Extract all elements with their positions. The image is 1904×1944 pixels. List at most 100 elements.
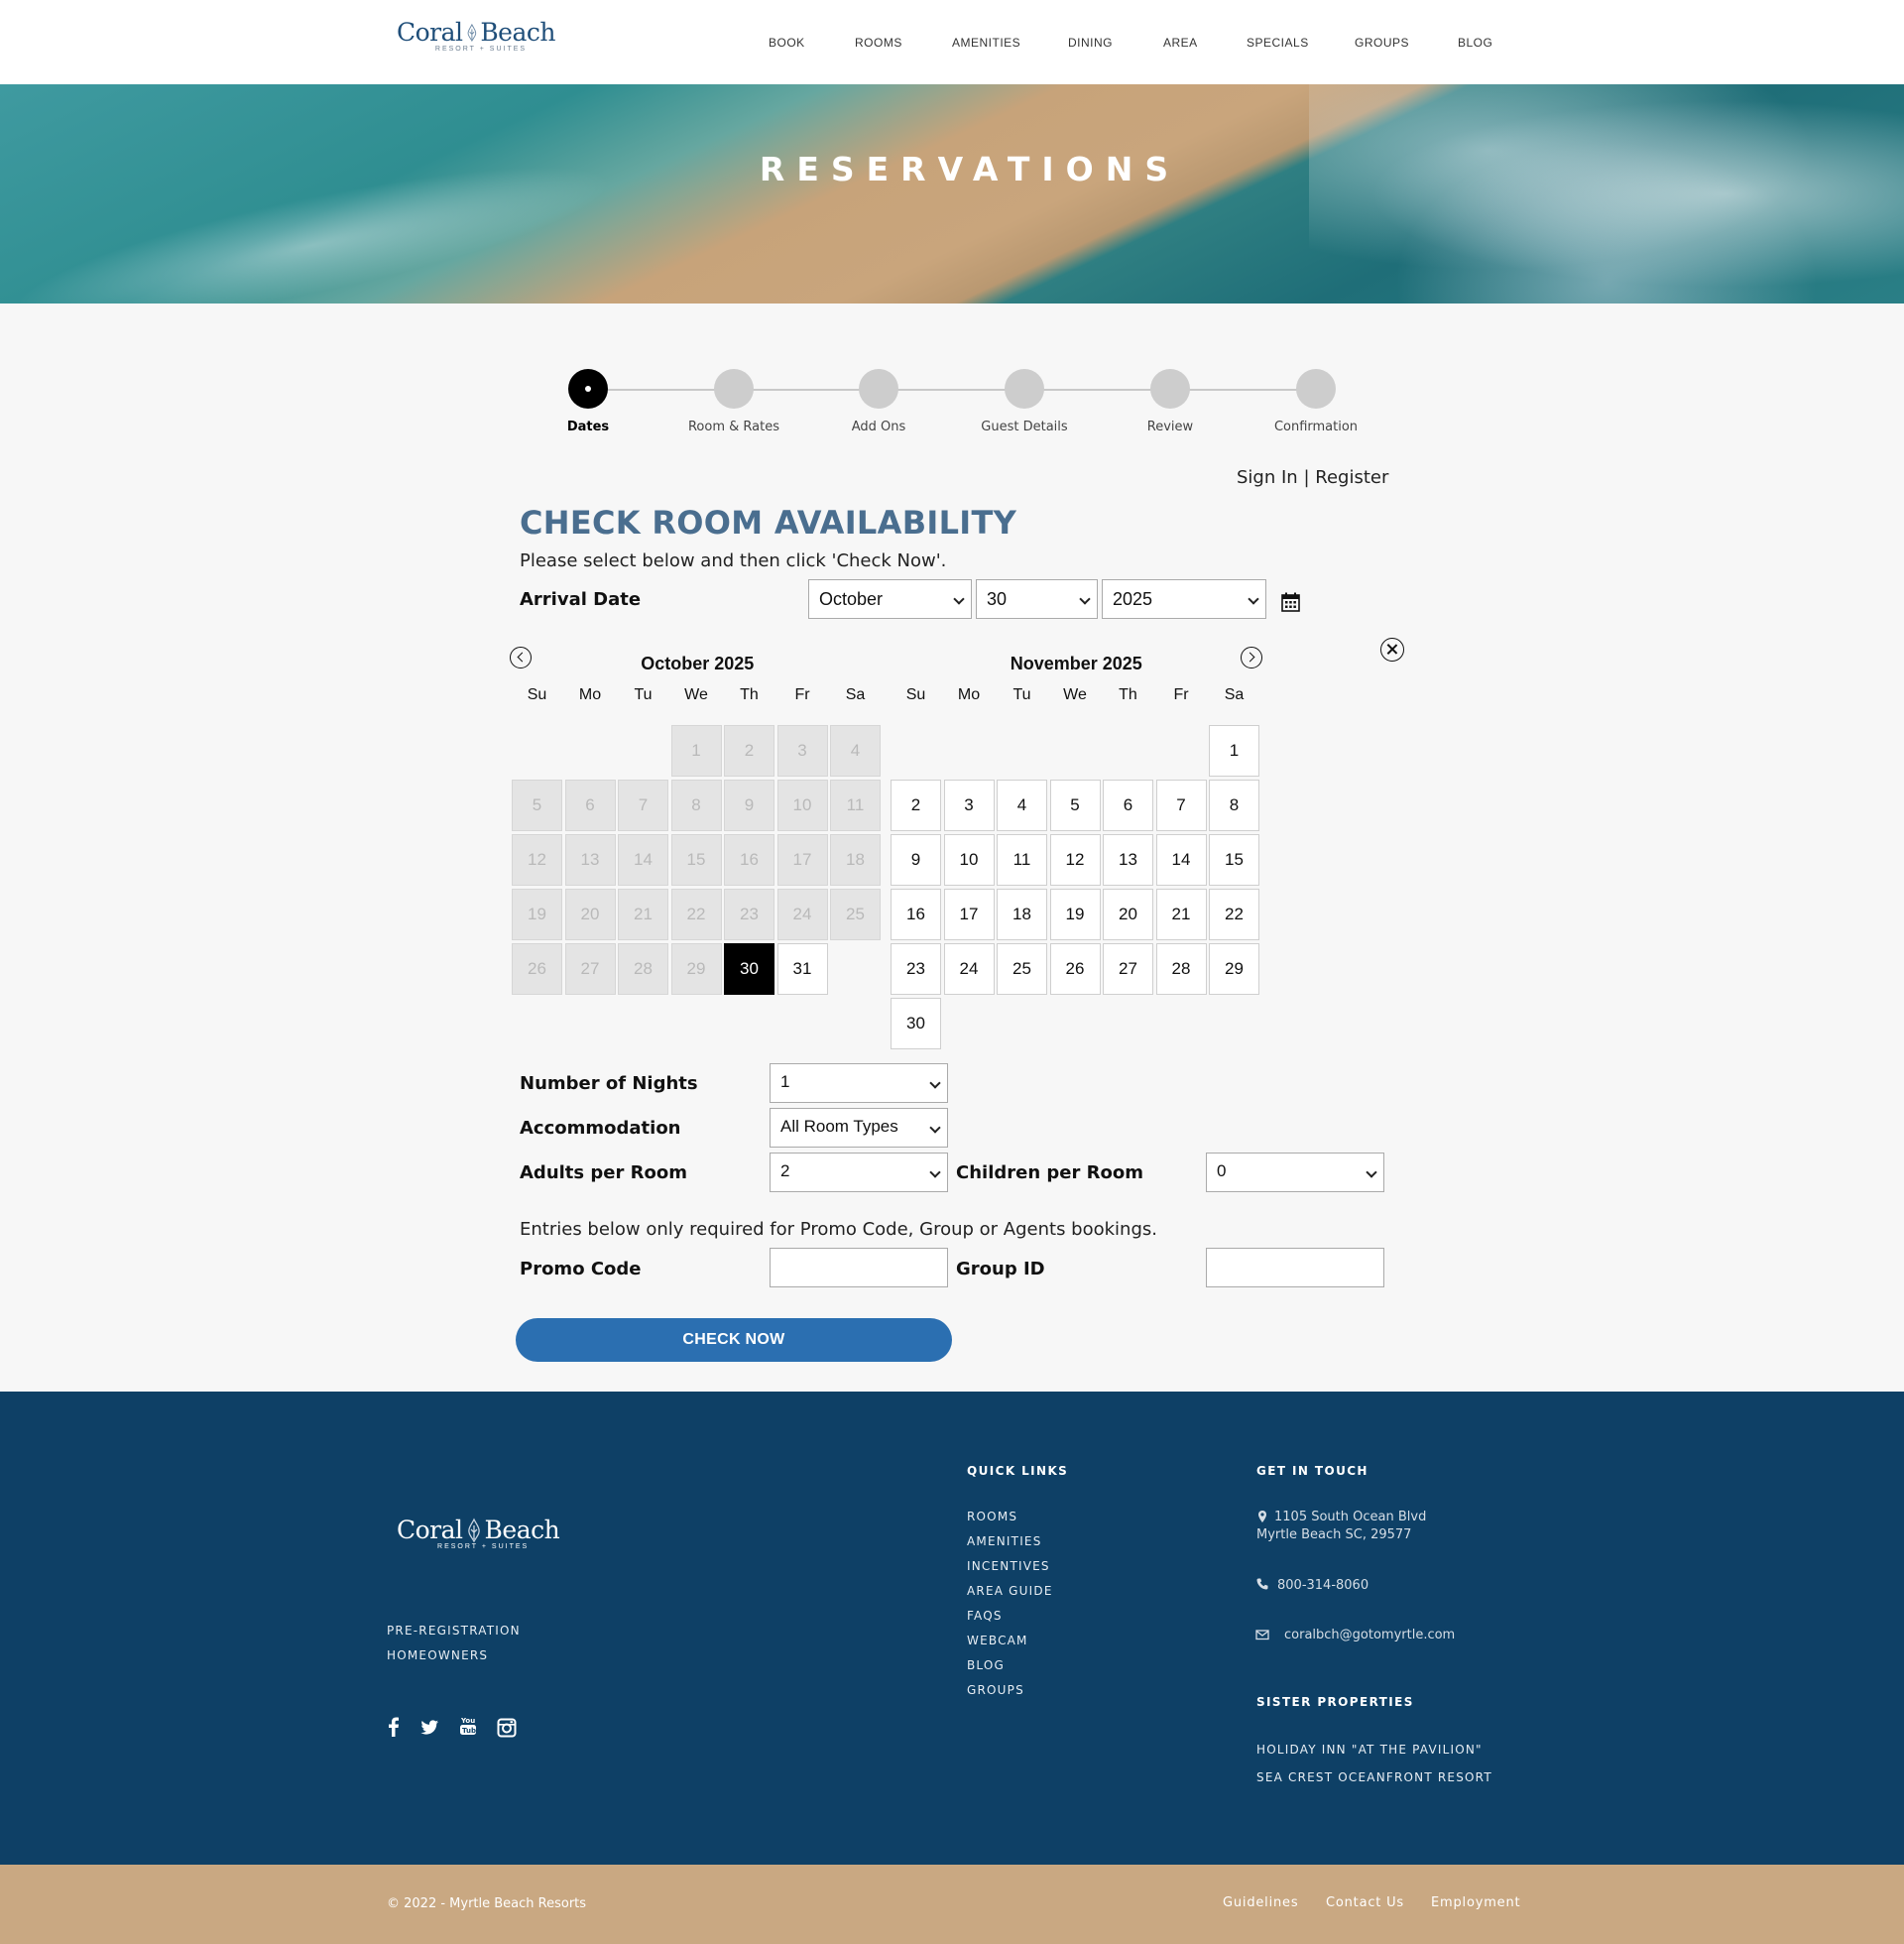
weekday-label: Sa <box>845 686 866 703</box>
next-month-button[interactable] <box>1241 647 1262 668</box>
footer-link-contact-us[interactable]: Contact Us <box>1326 1895 1404 1910</box>
calendar-day[interactable]: 22 <box>1209 889 1259 940</box>
calendar-day[interactable]: 12 <box>1049 834 1101 886</box>
calendar-day[interactable]: 23 <box>891 943 941 995</box>
step-guest-details: Guest Details <box>965 369 1084 434</box>
calendar-day: 17 <box>776 834 828 886</box>
quick-link-area-guide[interactable]: AREA GUIDE <box>967 1584 1053 1598</box>
calendar-day[interactable]: 30 <box>891 998 941 1049</box>
quick-link-blog[interactable]: BLOG <box>967 1658 1005 1672</box>
calendar-day[interactable]: 1 <box>1209 725 1259 777</box>
register-link[interactable]: Register <box>1315 467 1388 488</box>
footer-link-pre-registration[interactable]: PRE-REGISTRATION <box>387 1624 521 1638</box>
calendar-day[interactable]: 7 <box>1155 780 1207 831</box>
calendar-day[interactable]: 16 <box>891 889 941 940</box>
calendar-day[interactable]: 5 <box>1049 780 1101 831</box>
quick-link-groups[interactable]: GROUPS <box>967 1683 1024 1697</box>
calendar-day: 28 <box>618 943 668 995</box>
calendar-day[interactable]: 14 <box>1155 834 1207 886</box>
nav-book[interactable]: BOOK <box>769 36 805 50</box>
calendar-day[interactable]: 21 <box>1155 889 1207 940</box>
calendar-day[interactable]: 17 <box>943 889 995 940</box>
footer-link-guidelines[interactable]: Guidelines <box>1223 1895 1298 1910</box>
twitter-icon[interactable] <box>418 1717 440 1739</box>
footer-link-homeowners[interactable]: HOMEOWNERS <box>387 1648 488 1662</box>
chevron-right-icon <box>1245 652 1255 663</box>
quick-link-faqs[interactable]: FAQS <box>967 1609 1003 1623</box>
quick-link-webcam[interactable]: WEBCAM <box>967 1634 1028 1647</box>
accommodation-label: Accommodation <box>520 1118 681 1139</box>
instagram-icon[interactable] <box>496 1717 518 1739</box>
email-address[interactable]: coralbch@gotomyrtle.com <box>1284 1627 1455 1644</box>
calendar-day[interactable]: 19 <box>1049 889 1101 940</box>
brand-name-right: Beach <box>484 1516 560 1544</box>
calendar-day[interactable]: 10 <box>943 834 995 886</box>
nav-area[interactable]: AREA <box>1163 36 1198 50</box>
nights-select[interactable]: 1 <box>770 1063 948 1103</box>
calendar-day[interactable]: 24 <box>943 943 995 995</box>
calendar-icon[interactable] <box>1281 592 1300 612</box>
calendar-day[interactable]: 13 <box>1103 834 1153 886</box>
calendar-day[interactable]: 18 <box>997 889 1047 940</box>
calendar-day: 13 <box>564 834 616 886</box>
phone-number[interactable]: 800-314-8060 <box>1277 1577 1368 1595</box>
sister-property-sea-crest[interactable]: SEA CREST OCEANFRONT RESORT <box>1256 1770 1492 1784</box>
promo-code-input[interactable] <box>770 1248 948 1287</box>
calendar-day[interactable]: 26 <box>1049 943 1101 995</box>
quick-links-heading: QUICK LINKS <box>967 1464 1069 1478</box>
footer-link-employment[interactable]: Employment <box>1431 1895 1520 1910</box>
calendar-day[interactable]: 9 <box>891 834 941 886</box>
facebook-icon[interactable] <box>383 1716 405 1738</box>
arrival-day-select[interactable]: 30 <box>976 579 1098 619</box>
brand-tagline: RESORT + SUITES <box>437 1543 530 1550</box>
nights-value: 1 <box>780 1072 790 1091</box>
nav-groups[interactable]: GROUPS <box>1355 36 1409 50</box>
children-value: 0 <box>1217 1161 1227 1180</box>
quick-link-amenities[interactable]: AMENITIES <box>967 1534 1042 1548</box>
step-dates[interactable]: Dates <box>529 369 648 434</box>
account-links: Sign In | Register <box>1237 467 1388 488</box>
calendar-day[interactable]: 11 <box>997 834 1047 886</box>
calendar-day[interactable]: 8 <box>1209 780 1259 831</box>
calendar-day: 19 <box>512 889 562 940</box>
nav-amenities[interactable]: AMENITIES <box>952 36 1020 50</box>
calendar-day[interactable]: 25 <box>997 943 1047 995</box>
youtube-icon[interactable]: You Tube <box>457 1715 479 1737</box>
address-line1: 1105 South Ocean Blvd <box>1274 1510 1427 1524</box>
sign-in-link[interactable]: Sign In <box>1237 467 1298 488</box>
nav-blog[interactable]: BLOG <box>1458 36 1492 50</box>
calendar-day[interactable]: 2 <box>891 780 941 831</box>
nav-dining[interactable]: DINING <box>1068 36 1113 50</box>
quick-link-incentives[interactable]: INCENTIVES <box>967 1559 1050 1573</box>
promo-code-label: Promo Code <box>520 1259 642 1279</box>
close-calendar-button[interactable] <box>1380 638 1404 662</box>
accommodation-select[interactable]: All Room Types <box>770 1108 948 1148</box>
step-dot <box>859 369 898 409</box>
children-select[interactable]: 0 <box>1206 1153 1384 1192</box>
calendar-day: 18 <box>830 834 881 886</box>
calendar-day[interactable]: 28 <box>1155 943 1207 995</box>
sister-properties-heading: SISTER PROPERTIES <box>1256 1695 1414 1709</box>
group-id-input[interactable] <box>1206 1248 1384 1287</box>
calendar-day[interactable]: 3 <box>943 780 995 831</box>
quick-link-rooms[interactable]: ROOMS <box>967 1510 1017 1523</box>
calendar-day[interactable]: 15 <box>1209 834 1259 886</box>
footer-logo[interactable]: Coral Beach RESORT + SUITES <box>397 1516 560 1550</box>
calendar-day[interactable]: 31 <box>776 943 828 995</box>
calendar-day[interactable]: 27 <box>1103 943 1153 995</box>
calendar-day[interactable]: 20 <box>1103 889 1153 940</box>
brand-logo[interactable]: Coral Beach RESORT + SUITES <box>397 18 555 67</box>
adults-select[interactable]: 2 <box>770 1153 948 1192</box>
calendar-day[interactable]: 6 <box>1103 780 1153 831</box>
calendar-day[interactable]: 29 <box>1209 943 1259 995</box>
arrival-year-select[interactable]: 2025 <box>1102 579 1266 619</box>
check-now-button[interactable]: CHECK NOW <box>516 1318 952 1362</box>
calendar-day-selected[interactable]: 30 <box>724 943 774 995</box>
nav-rooms[interactable]: ROOMS <box>855 36 902 50</box>
prev-month-button[interactable] <box>510 647 532 668</box>
step-review: Review <box>1111 369 1230 434</box>
sister-property-holiday-inn[interactable]: HOLIDAY INN "AT THE PAVILION" <box>1256 1743 1483 1757</box>
calendar-day[interactable]: 4 <box>997 780 1047 831</box>
nav-specials[interactable]: SPECIALS <box>1247 36 1309 50</box>
arrival-month-select[interactable]: October <box>808 579 972 619</box>
